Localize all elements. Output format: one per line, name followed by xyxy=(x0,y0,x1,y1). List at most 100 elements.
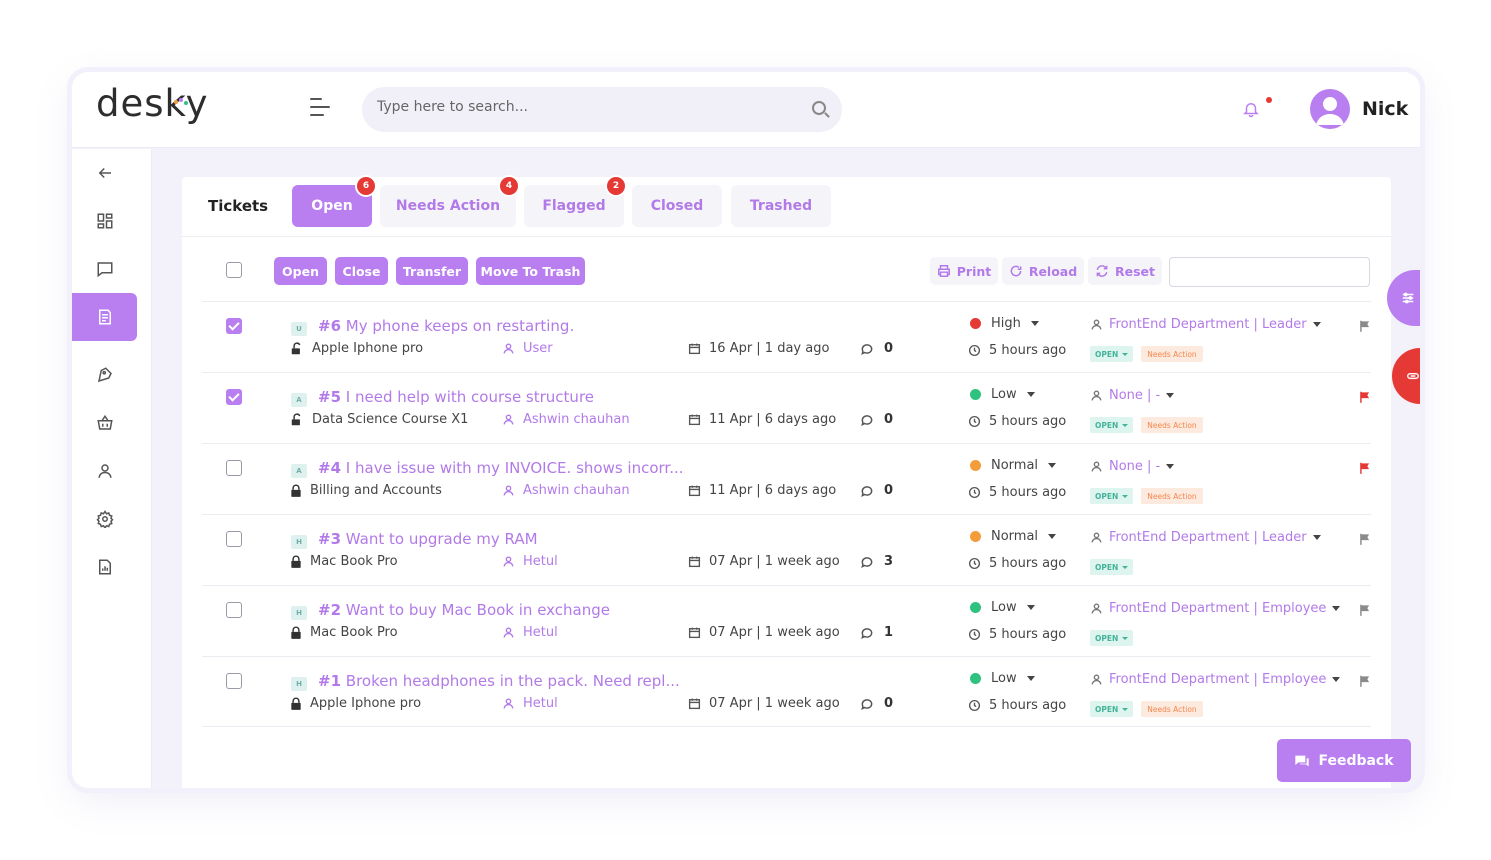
comment-count[interactable]: 1 xyxy=(860,625,893,640)
reset-button[interactable]: Reset xyxy=(1088,257,1162,285)
filter-input[interactable] xyxy=(1169,257,1370,287)
sidebar-item-chat[interactable] xyxy=(72,245,137,293)
status-label: OPEN xyxy=(1095,349,1119,359)
comment-count[interactable]: 0 xyxy=(860,483,893,498)
row-checkbox[interactable] xyxy=(226,602,242,618)
flag-icon[interactable] xyxy=(1358,461,1372,475)
move-to-trash-button[interactable]: Move To Trash xyxy=(476,257,585,285)
priority-dropdown[interactable]: Low xyxy=(970,600,1035,615)
menu-toggle-icon[interactable] xyxy=(310,98,330,116)
transfer-button[interactable]: Transfer xyxy=(396,257,468,285)
ticket-title-link[interactable]: #2 Want to buy Mac Book in exchange xyxy=(318,601,610,619)
status-badge[interactable]: OPEN xyxy=(1090,559,1134,575)
open-button[interactable]: Open xyxy=(274,257,327,285)
flag-icon[interactable] xyxy=(1358,319,1372,333)
ticket-title-link[interactable]: #3 Want to upgrade my RAM xyxy=(318,530,538,548)
logo[interactable]: desky xyxy=(96,82,209,125)
avatar[interactable] xyxy=(1310,89,1350,129)
status-badge[interactable]: OPEN xyxy=(1090,417,1134,433)
ticket-title-link[interactable]: #4 I have issue with my INVOICE. shows i… xyxy=(318,459,684,477)
sidebar-item-reports[interactable] xyxy=(72,543,137,591)
department-label: FrontEnd Department | Leader xyxy=(1109,317,1307,332)
ticket-user-link[interactable]: Hetul xyxy=(502,696,558,711)
flag-icon[interactable] xyxy=(1358,674,1372,688)
sidebar-item-shop[interactable] xyxy=(72,399,137,447)
department-dropdown[interactable]: None | - xyxy=(1090,459,1175,474)
status-badge[interactable]: OPEN xyxy=(1090,630,1134,646)
user-name[interactable]: Nick xyxy=(1362,98,1408,120)
status-badge[interactable]: OPEN xyxy=(1090,488,1134,504)
priority-label: Low xyxy=(991,671,1017,686)
chevron-down-icon xyxy=(1048,534,1057,539)
select-all-checkbox[interactable] xyxy=(226,262,242,278)
tab-open[interactable]: Open 6 xyxy=(292,175,377,227)
ticket-title-link[interactable]: #6 My phone keeps on restarting. xyxy=(318,317,574,335)
table-row[interactable]: H #1 Broken headphones in the pack. Need … xyxy=(202,656,1371,727)
priority-dropdown[interactable]: Low xyxy=(970,387,1035,402)
status-badge[interactable]: OPEN xyxy=(1090,346,1134,362)
sidebar-item-back[interactable] xyxy=(72,149,137,197)
ticket-user-link[interactable]: Ashwin chauhan xyxy=(502,483,630,498)
comment-count[interactable]: 0 xyxy=(860,412,893,427)
row-checkbox[interactable] xyxy=(226,318,242,334)
bell-icon[interactable] xyxy=(1242,100,1260,118)
department-dropdown[interactable]: FrontEnd Department | Employee xyxy=(1090,672,1341,687)
sidebar-item-dashboard[interactable] xyxy=(72,197,137,245)
ticket-user-link[interactable]: Hetul xyxy=(502,554,558,569)
row-checkbox[interactable] xyxy=(226,673,242,689)
user-label: Ashwin chauhan xyxy=(523,483,630,498)
tab-needs-action[interactable]: Needs Action 4 xyxy=(380,175,520,227)
comment-count[interactable]: 0 xyxy=(860,341,893,356)
row-checkbox[interactable] xyxy=(226,460,242,476)
comment-count[interactable]: 3 xyxy=(860,554,893,569)
customizer-button[interactable] xyxy=(1387,270,1420,326)
sliders-icon xyxy=(1402,292,1414,304)
table-row[interactable]: U #6 My phone keeps on restarting. Apple I… xyxy=(202,301,1371,372)
print-button[interactable]: Print xyxy=(930,257,998,285)
link-button[interactable] xyxy=(1392,348,1420,404)
tab-closed[interactable]: Closed xyxy=(632,185,722,227)
search-input[interactable] xyxy=(377,99,797,115)
ticket-title-link[interactable]: #5 I need help with course structure xyxy=(318,388,594,406)
row-checkbox[interactable] xyxy=(226,531,242,547)
sidebar-item-tickets[interactable] xyxy=(72,293,137,341)
priority-dropdown[interactable]: Low xyxy=(970,671,1035,686)
tab-flagged[interactable]: Flagged 2 xyxy=(524,175,627,227)
unlock-icon xyxy=(291,412,301,425)
status-label: OPEN xyxy=(1095,491,1119,501)
ticket-user-link[interactable]: Ashwin chauhan xyxy=(502,412,630,427)
reload-button[interactable]: Reload xyxy=(1002,257,1084,285)
department-dropdown[interactable]: FrontEnd Department | Leader xyxy=(1090,317,1321,332)
sidebar-item-users[interactable] xyxy=(72,447,137,495)
ticket-title-link[interactable]: #1 Broken headphones in the pack. Need r… xyxy=(318,672,680,690)
priority-dropdown[interactable]: High xyxy=(970,316,1039,331)
table-row[interactable]: H #3 Want to upgrade my RAM Mac Book Pro He… xyxy=(202,514,1371,585)
bulk-toolbar: Open Close Transfer Move To Trash Print … xyxy=(182,237,1391,301)
close-button[interactable]: Close xyxy=(335,257,388,285)
comment-count[interactable]: 0 xyxy=(860,696,893,711)
ticket-age: 5 hours ago xyxy=(968,343,1066,358)
print-label: Print xyxy=(956,263,992,279)
table-row[interactable]: H #2 Want to buy Mac Book in exchange Mac … xyxy=(202,585,1371,656)
lock-icon xyxy=(291,555,301,568)
department-dropdown[interactable]: None | - xyxy=(1090,388,1175,403)
ticket-user-link[interactable]: User xyxy=(502,341,553,356)
flag-icon[interactable] xyxy=(1358,603,1372,617)
table-row[interactable]: A #5 I need help with course structure Dat… xyxy=(202,372,1371,443)
sidebar-item-tags[interactable] xyxy=(72,351,137,399)
sidebar-item-settings[interactable] xyxy=(72,495,137,543)
tab-trashed[interactable]: Trashed xyxy=(731,185,831,227)
search-icon[interactable] xyxy=(812,101,826,115)
department-dropdown[interactable]: FrontEnd Department | Employee xyxy=(1090,601,1341,616)
flag-icon[interactable] xyxy=(1358,532,1372,546)
row-checkbox[interactable] xyxy=(226,389,242,405)
table-row[interactable]: A #4 I have issue with my INVOICE. shows … xyxy=(202,443,1371,514)
department-dropdown[interactable]: FrontEnd Department | Leader xyxy=(1090,530,1321,545)
priority-dropdown[interactable]: Normal xyxy=(970,529,1057,544)
ticket-user-link[interactable]: Hetul xyxy=(502,625,558,640)
status-badge[interactable]: OPEN xyxy=(1090,701,1134,717)
flag-icon[interactable] xyxy=(1358,390,1372,404)
top-bar: desky Nick xyxy=(72,72,1420,148)
feedback-button[interactable]: Feedback xyxy=(1277,739,1411,782)
priority-dropdown[interactable]: Normal xyxy=(970,458,1057,473)
